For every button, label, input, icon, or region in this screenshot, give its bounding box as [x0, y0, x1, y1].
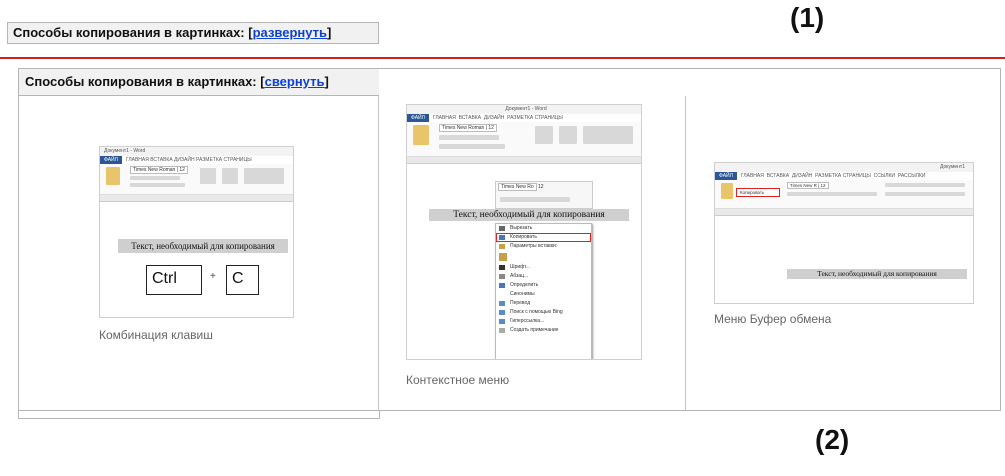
paste-icon[interactable] — [496, 251, 591, 263]
caption-clipboard: Меню Буфер обмена — [714, 312, 832, 326]
clipboard-copy-highlight[interactable]: Копировать — [736, 188, 780, 197]
menu-item-hyperlink[interactable]: Гиперссылка... — [496, 317, 591, 326]
word-ruler — [407, 157, 641, 164]
menu-item-translate[interactable]: Перевод — [496, 299, 591, 308]
context-menu: Вырезать Копировать Параметры вставки: Ш… — [495, 223, 592, 359]
gallery-item-3[interactable]: Документ1 ФАЙЛ ГЛАВНАЯ ВСТАВКА ДИЗАЙН РАЗ… — [686, 96, 1000, 410]
collapsed-title: Способы копирования в картинках: — [13, 25, 245, 40]
menu-item-paragraph[interactable]: Абзац... — [496, 272, 591, 281]
word-titlebar: Документ1 - Word — [100, 147, 293, 156]
selected-text: Текст, необходимый для копирования — [787, 269, 967, 279]
screenshot-context-menu[interactable]: Документ1 - Word ФАЙЛ ГЛАВНАЯ ВСТАВКА ДИЗ… — [406, 104, 642, 360]
caption-keyboard: Комбинация клавиш — [99, 328, 213, 342]
word-page: Текст, необходимый для копирования Ctrl … — [108, 203, 293, 317]
word-ruler — [715, 209, 973, 216]
expanded-header: Способы копирования в картинках: [сверну… — [19, 69, 379, 96]
word-page: Times New Ro 12 Текст, необходимый для к… — [415, 165, 641, 359]
menu-item-bing[interactable]: Поиск с помощью Bing — [496, 308, 591, 317]
word-ruler — [100, 195, 293, 202]
menu-item-define[interactable]: Определить — [496, 281, 591, 290]
label-1: (1) — [790, 2, 825, 33]
mini-toolbar: Times New Ro 12 — [495, 181, 593, 209]
collapsed-header: Способы копирования в картинках: [развер… — [7, 22, 379, 44]
word-ribbon: Копировать Times New R | 12 — [715, 180, 973, 209]
divider — [0, 57, 1005, 59]
word-tabs: ФАЙЛ ГЛАВНАЯ ВСТАВКА ДИЗАЙН РАЗМЕТКА СТРА… — [715, 172, 973, 180]
menu-item-comment[interactable]: Создать примечание — [496, 326, 591, 335]
plus-sign: + — [210, 271, 216, 282]
menu-item-synonyms[interactable]: Синонимы — [496, 290, 591, 299]
word-ribbon: Times New Roman | 12 — [407, 122, 641, 157]
word-ribbon: Times New Roman | 12 — [100, 164, 293, 195]
screenshot-keyboard[interactable]: Документ1 - Word ФАЙЛ ГЛАВНАЯ ВСТАВКА ДИЗ… — [99, 146, 294, 318]
expanded-title: Способы копирования в картинках: — [25, 74, 257, 89]
word-tabs: ФАЙЛ ГЛАВНАЯ ВСТАВКА ДИЗАЙН РАЗМЕТКА СТРА… — [407, 114, 641, 122]
expand-link[interactable]: развернуть — [253, 25, 327, 40]
label-2: (2) — [815, 424, 850, 455]
selected-text: Текст, необходимый для копирования — [429, 209, 629, 221]
c-key: C — [226, 265, 259, 295]
word-tabs: ФАЙЛ ГЛАВНАЯ ВСТАВКА ДИЗАЙН РАЗМЕТКА СТРА… — [100, 156, 293, 164]
selected-text: Текст, необходимый для копирования — [118, 239, 288, 253]
menu-item-paste-options[interactable]: Параметры вставки: — [496, 242, 591, 251]
word-titlebar: Документ1 - Word — [407, 105, 641, 114]
word-titlebar: Документ1 — [715, 163, 973, 172]
menu-item-font[interactable]: Шрифт... — [496, 263, 591, 272]
caption-context-menu: Контекстное меню — [406, 373, 510, 387]
word-page: Текст, необходимый для копирования — [723, 217, 973, 303]
ctrl-key: Ctrl — [146, 265, 202, 295]
gallery-item-2[interactable]: Документ1 - Word ФАЙЛ ГЛАВНАЯ ВСТАВКА ДИЗ… — [379, 96, 686, 410]
gallery-item-1[interactable]: Документ1 - Word ФАЙЛ ГЛАВНАЯ ВСТАВКА ДИЗ… — [19, 96, 379, 410]
collapse-link[interactable]: свернуть — [265, 74, 325, 89]
screenshot-clipboard[interactable]: Документ1 ФАЙЛ ГЛАВНАЯ ВСТАВКА ДИЗАЙН РАЗ… — [714, 162, 974, 304]
menu-item-copy[interactable]: Копировать — [496, 233, 591, 242]
expanded-box: Способы копирования в картинках: [сверну… — [18, 68, 1001, 411]
menu-item-cut[interactable]: Вырезать — [496, 224, 591, 233]
box-bottom-edge — [18, 411, 380, 419]
